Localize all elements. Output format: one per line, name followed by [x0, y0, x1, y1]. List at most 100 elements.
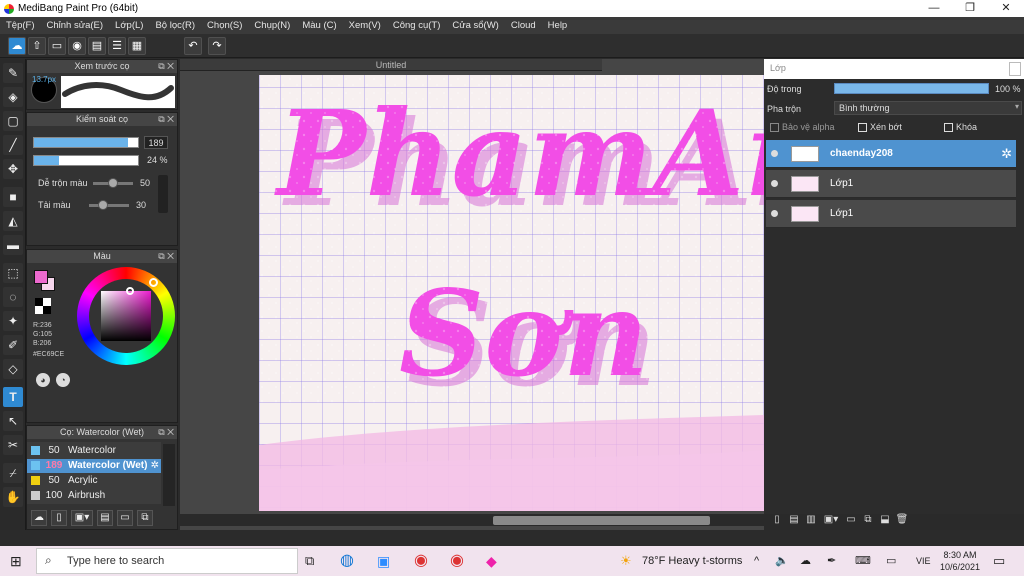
grid-icon[interactable]: ▦: [128, 37, 146, 55]
hue-wheel[interactable]: [77, 267, 175, 365]
horizontal-scrollbar[interactable]: [180, 514, 764, 526]
foreground-color-swatch[interactable]: [34, 270, 48, 284]
redo-icon[interactable]: ↷: [208, 37, 226, 55]
list-icon[interactable]: ☰: [108, 37, 126, 55]
divide-tool-icon[interactable]: ✂: [3, 435, 23, 455]
clock[interactable]: 8:30 AM 10/6/2021: [938, 549, 982, 573]
menu-view[interactable]: Xem(V): [343, 17, 387, 34]
saturation-square[interactable]: [101, 291, 151, 341]
pen-icon[interactable]: ✒: [827, 546, 836, 576]
maximize-button[interactable]: ❐: [952, 0, 988, 17]
layer-row[interactable]: Lớp1: [766, 170, 1016, 198]
paint-slider[interactable]: [89, 200, 129, 210]
layer-row[interactable]: Lớp1: [766, 200, 1016, 228]
brush-item[interactable]: 100 Airbrush: [27, 489, 161, 503]
palette-add-icon[interactable]: ◔: [56, 373, 70, 387]
brush-folder-icon[interactable]: ▭: [117, 510, 133, 526]
display-icon[interactable]: ▭: [886, 546, 896, 576]
cloud-sync-icon[interactable]: ☁: [800, 546, 811, 576]
task-view-icon[interactable]: ⧉: [305, 546, 314, 576]
windows-start-icon[interactable]: ⊞: [10, 546, 22, 576]
mix-slider-knob[interactable]: [108, 178, 118, 188]
close-button[interactable]: ✕: [988, 0, 1024, 17]
brush-cloud-icon[interactable]: ☁: [31, 510, 47, 526]
menu-window[interactable]: Cửa sổ(W): [446, 17, 504, 34]
brush-control-scrollbar[interactable]: [158, 175, 168, 213]
menu-help[interactable]: Help: [542, 17, 574, 34]
minimize-button[interactable]: —: [916, 0, 952, 17]
panel-close-icon[interactable]: ⧉ ✕: [158, 113, 174, 126]
menu-tools[interactable]: Công cụ(T): [387, 17, 447, 34]
brush-item-selected[interactable]: 189 Watercolor (Wet) ✲: [27, 459, 161, 473]
medibang-taskbar-icon[interactable]: ◆: [486, 546, 497, 576]
menu-file[interactable]: Tệp(F): [0, 17, 41, 34]
new-brush-icon[interactable]: ▯: [51, 510, 67, 526]
brush-tool-icon[interactable]: ✎: [3, 63, 23, 83]
brush-item[interactable]: 50 Watercolor: [27, 444, 161, 458]
menu-snap[interactable]: Chụp(N): [248, 17, 296, 34]
chevron-up-icon[interactable]: ^: [754, 546, 759, 576]
volume-icon[interactable]: 🔈: [775, 546, 789, 576]
size-value[interactable]: 189: [144, 136, 168, 149]
select-eraser-tool-icon[interactable]: ◇: [3, 359, 23, 379]
gradient-tool-icon[interactable]: ▬: [3, 235, 23, 255]
line-tool-icon[interactable]: ╱: [3, 135, 23, 155]
layer-panel-scroll-icon[interactable]: [1009, 62, 1021, 76]
chrome-icon[interactable]: ◉: [414, 546, 428, 576]
paint-slider-knob[interactable]: [98, 200, 108, 210]
panel-close-icon[interactable]: ⧉ ✕: [158, 426, 174, 439]
protect-alpha-checkbox[interactable]: [770, 123, 779, 132]
new-halftone-layer-icon[interactable]: ▤: [787, 514, 801, 528]
menu-layer[interactable]: Lớp(L): [109, 17, 149, 34]
zoom-icon[interactable]: ▣: [377, 546, 390, 576]
undo-icon[interactable]: ↶: [184, 37, 202, 55]
move-tool-icon[interactable]: ✥: [3, 159, 23, 179]
eye-icon[interactable]: [771, 210, 778, 217]
layer-row-selected[interactable]: chaenday208 ✲: [766, 140, 1016, 168]
duplicate-layer-icon[interactable]: ⧉: [861, 514, 875, 528]
eye-icon[interactable]: [771, 150, 778, 157]
add-brush-menu-icon[interactable]: ▣▾: [71, 510, 93, 526]
language-indicator[interactable]: VIE: [916, 546, 931, 576]
merge-down-icon[interactable]: ⬓: [878, 514, 892, 528]
gear-icon[interactable]: ✲: [1001, 146, 1012, 162]
hue-cursor[interactable]: [149, 278, 158, 287]
weather-text[interactable]: 78°F Heavy t-storms: [642, 546, 742, 576]
clipping-checkbox[interactable]: [858, 123, 867, 132]
brush-list-scrollbar[interactable]: [163, 444, 175, 506]
menu-edit[interactable]: Chỉnh sửa(E): [41, 17, 110, 34]
menu-filter[interactable]: Bộ lọc(R): [149, 17, 201, 34]
sv-cursor[interactable]: [126, 287, 134, 295]
size-slider[interactable]: [33, 137, 139, 148]
document-icon[interactable]: ▤: [88, 37, 106, 55]
bucket-tool-icon[interactable]: ◭: [3, 211, 23, 231]
text-tool-icon[interactable]: T: [3, 387, 23, 407]
brush-item[interactable]: 50 Acrylic: [27, 474, 161, 488]
menu-color[interactable]: Màu (C): [296, 17, 342, 34]
fill-rect-tool-icon[interactable]: ■: [3, 187, 23, 207]
share-icon[interactable]: ◉: [68, 37, 86, 55]
select-pen-tool-icon[interactable]: ✐: [3, 335, 23, 355]
chrome-profile-icon[interactable]: ◉: [450, 546, 464, 576]
rectangle-tool-icon[interactable]: ▢: [3, 111, 23, 131]
drawing-canvas[interactable]: PhamAn Sơn PhamAn Sơn: [259, 75, 764, 511]
blend-mode-select[interactable]: Bình thường ▾: [834, 101, 1022, 115]
layer-opacity-slider[interactable]: [834, 83, 989, 94]
new-8bit-layer-icon[interactable]: ▥: [804, 514, 818, 528]
brush-file-icon[interactable]: ▤: [97, 510, 113, 526]
hand-tool-icon[interactable]: ✋: [3, 487, 23, 507]
select-rect-tool-icon[interactable]: ⬚: [3, 263, 23, 283]
folder-icon[interactable]: ▭: [844, 514, 858, 528]
palette-icon[interactable]: ◕: [36, 373, 50, 387]
eye-icon[interactable]: [771, 180, 778, 187]
opacity-slider[interactable]: [33, 155, 139, 166]
eyedropper-tool-icon[interactable]: ⌿: [3, 463, 23, 483]
eraser-tool-icon[interactable]: ◈: [3, 87, 23, 107]
lasso-tool-icon[interactable]: ◌: [3, 287, 23, 307]
document-tab[interactable]: Untitled: [180, 59, 602, 71]
keyboard-icon[interactable]: ⌨: [855, 546, 871, 576]
upload-icon[interactable]: ⇧: [28, 37, 46, 55]
new-layer-icon[interactable]: ▯: [770, 514, 784, 528]
trash-icon[interactable]: 🗑: [895, 514, 909, 528]
cloud-icon[interactable]: ☁: [8, 37, 26, 55]
